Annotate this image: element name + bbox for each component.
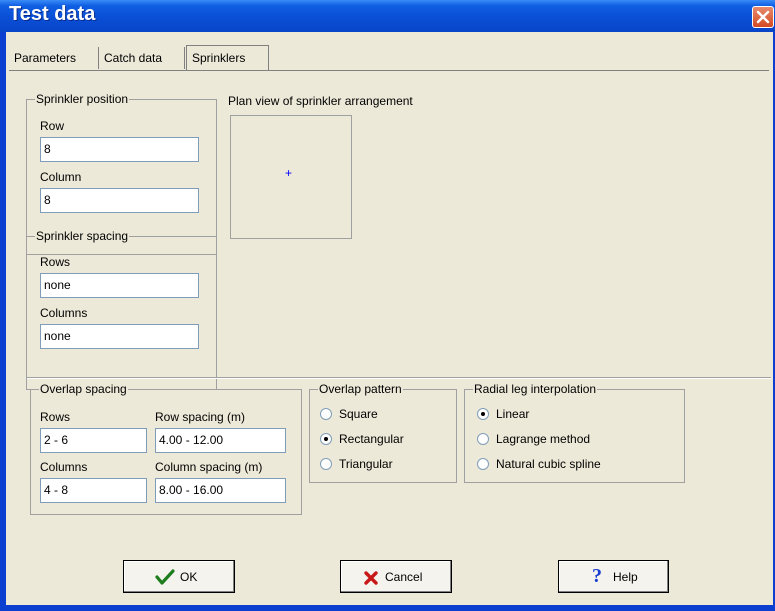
radio-cubic-spline-button[interactable] <box>477 458 489 470</box>
overlap-spacing-group: Overlap spacing Rows 2 - 6 Row spacing (… <box>30 382 302 515</box>
column-label: Column <box>40 170 82 184</box>
column-spacing-label: Column spacing (m) <box>155 460 263 474</box>
help-button[interactable]: ? Help <box>558 560 669 593</box>
title-bar[interactable]: Test data <box>0 0 775 32</box>
cancel-button-label: Cancel <box>385 570 423 584</box>
plan-view-label: Plan view of sprinkler arrangement <box>228 94 413 108</box>
ok-button-label: OK <box>180 570 198 584</box>
overlap-spacing-label: Overlap spacing <box>39 382 128 396</box>
radial-leg-group: Radial leg interpolation Linear Lagrange… <box>464 382 685 483</box>
close-icon <box>756 10 770 24</box>
overlap-columns-input[interactable]: 4 - 8 <box>40 478 147 503</box>
column-spacing-input[interactable]: 8.00 - 16.00 <box>155 478 286 503</box>
overlap-columns-label: Columns <box>40 460 88 474</box>
window-title: Test data <box>9 3 96 25</box>
overlap-pattern-group: Overlap pattern Square Rectangular Trian… <box>309 382 457 483</box>
sprinkler-spacing-group: Sprinkler spacing Rows none Columns none <box>26 229 217 390</box>
row-input[interactable]: 8 <box>40 137 199 162</box>
radio-square-label: Square <box>339 407 378 421</box>
question-mark-icon: ? <box>592 565 602 587</box>
column-input[interactable]: 8 <box>40 188 199 213</box>
radio-lagrange-button[interactable] <box>477 433 489 445</box>
row-spacing-label: Row spacing (m) <box>155 410 246 424</box>
radio-linear-button[interactable] <box>477 408 489 420</box>
checkmark-icon <box>155 569 175 585</box>
tab-parameters[interactable]: Parameters <box>9 47 99 69</box>
overlap-rows-label: Rows <box>40 410 71 424</box>
radio-rectangular-label: Rectangular <box>339 432 404 446</box>
row-label: Row <box>40 119 65 133</box>
cancel-button[interactable]: Cancel <box>340 560 452 593</box>
radio-linear-label: Linear <box>496 407 530 421</box>
tab-catch-data[interactable]: Catch data <box>99 47 185 69</box>
radial-leg-label: Radial leg interpolation <box>473 382 598 396</box>
tab-divider <box>9 70 769 71</box>
close-button[interactable] <box>752 6 774 28</box>
spacing-rows-input[interactable]: none <box>40 273 199 298</box>
spacing-columns-input[interactable]: none <box>40 324 199 349</box>
section-divider <box>27 377 771 379</box>
dialog-client: Parameters Catch data Sprinklers Sprinkl… <box>6 32 773 605</box>
radio-square-button[interactable] <box>320 408 332 420</box>
radio-triangular-label: Triangular <box>339 457 393 471</box>
plan-view-canvas: + <box>230 115 352 239</box>
radio-lagrange-label: Lagrange method <box>496 432 591 446</box>
radio-cubic-spline-label: Natural cubic spline <box>496 457 601 471</box>
dialog-window: Test data Parameters Catch data Sprinkle… <box>0 0 775 611</box>
tab-sprinklers[interactable]: Sprinklers <box>186 45 269 70</box>
overlap-pattern-label: Overlap pattern <box>318 382 403 396</box>
spacing-rows-label: Rows <box>40 255 71 269</box>
overlap-rows-input[interactable]: 2 - 6 <box>40 428 147 453</box>
cross-icon <box>364 571 378 585</box>
spacing-columns-label: Columns <box>40 306 88 320</box>
sprinkler-marker-icon: + <box>285 166 293 180</box>
ok-button[interactable]: OK <box>123 560 235 593</box>
radio-triangular-button[interactable] <box>320 458 332 470</box>
radio-rectangular-button[interactable] <box>320 433 332 445</box>
sprinkler-position-label: Sprinkler position <box>35 92 130 106</box>
help-button-label: Help <box>613 570 638 584</box>
sprinkler-spacing-label: Sprinkler spacing <box>35 229 130 243</box>
row-spacing-input[interactable]: 4.00 - 12.00 <box>155 428 286 453</box>
